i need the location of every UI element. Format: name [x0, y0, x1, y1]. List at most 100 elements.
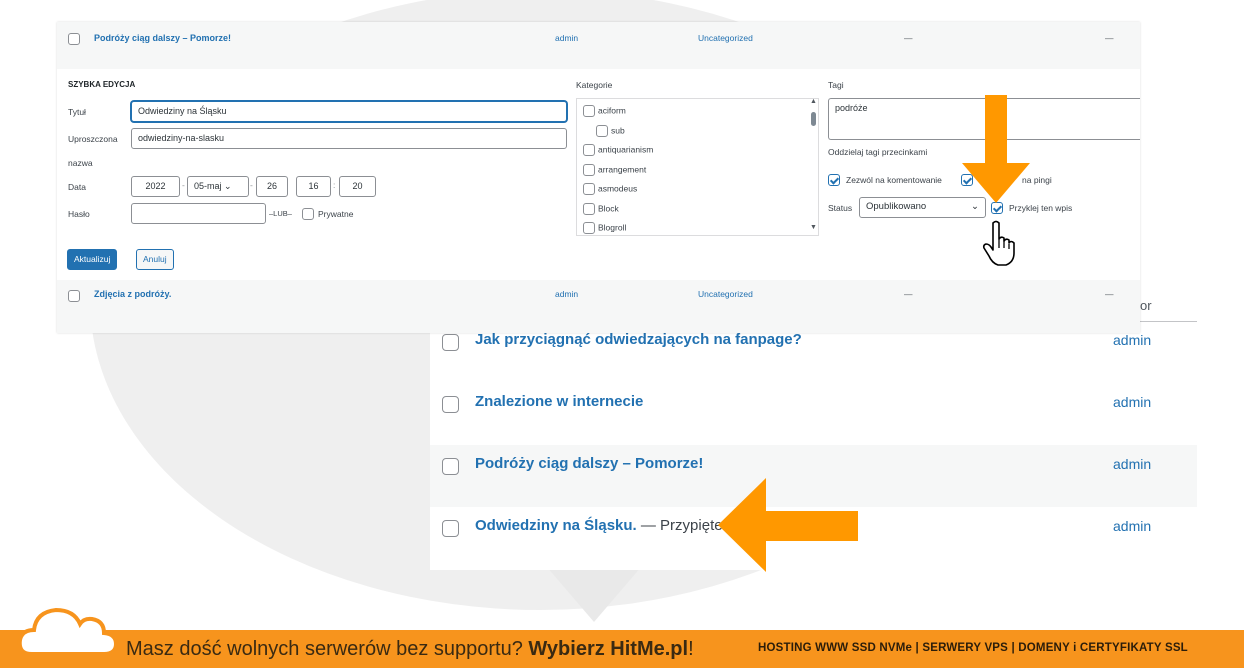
- post-tags-value: —: [904, 33, 913, 43]
- category-item[interactable]: asmodeus: [583, 183, 637, 195]
- time-separator: :: [333, 180, 336, 190]
- arrow-down-annotation: [985, 95, 1007, 163]
- cancel-button[interactable]: Anuluj: [136, 249, 174, 270]
- post-title-text: Odwiedziny na Śląsku.: [475, 517, 637, 534]
- hand-pointer-icon: [982, 220, 1015, 266]
- post-author-link[interactable]: admin: [1113, 332, 1151, 348]
- promo-brand: Wybierz HitMe.pl: [528, 638, 689, 660]
- categories-scrollbar[interactable]: ▲ ▼: [809, 98, 818, 234]
- day-input[interactable]: 26: [256, 176, 288, 197]
- password-label: Hasło: [68, 209, 90, 219]
- category-label: asmodeus: [598, 183, 638, 194]
- date-separator: -: [250, 180, 253, 190]
- category-item[interactable]: arrangement: [583, 164, 646, 176]
- post-author-link[interactable]: admin: [1113, 394, 1151, 410]
- slug-label: Uproszczona: [68, 134, 118, 144]
- category-item[interactable]: Blogroll: [583, 222, 626, 234]
- category-label: aciform: [598, 105, 626, 116]
- allow-comments-label: Zezwól na komentowanie: [846, 175, 942, 185]
- scroll-down-icon[interactable]: ▼: [810, 224, 817, 231]
- hour-input[interactable]: 16: [296, 176, 331, 197]
- promo-services: HOSTING WWW SSD NVMe | SERWERY VPS | DOM…: [758, 642, 1188, 654]
- post-author-link[interactable]: admin: [1113, 518, 1151, 534]
- year-input[interactable]: 2022: [131, 176, 180, 197]
- category-checkbox[interactable]: [583, 183, 595, 195]
- post-category-link[interactable]: Uncategorized: [698, 289, 753, 299]
- post-author-link[interactable]: admin: [1113, 456, 1151, 472]
- post-comments-value: —: [1105, 289, 1114, 299]
- post-title-link[interactable]: Podróży ciąg dalszy – Pomorze!: [94, 33, 231, 43]
- promo-lead: Masz dość wolnych serwerów bez supportu?: [126, 638, 529, 660]
- category-item[interactable]: Block: [583, 203, 619, 215]
- post-author-link[interactable]: admin: [555, 33, 578, 43]
- post-tags-value: —: [904, 289, 913, 299]
- category-label: Block: [598, 203, 619, 214]
- quick-edit-heading: SZYBKA EDYCJA: [68, 80, 136, 89]
- title-input[interactable]: Odwiedziny na Śląsku: [131, 101, 567, 122]
- slug-label-2: nazwa: [68, 158, 93, 168]
- category-item[interactable]: antiquarianism: [583, 144, 653, 156]
- post-title-link[interactable]: Podróży ciąg dalszy – Pomorze!: [475, 455, 703, 472]
- month-select[interactable]: 05-maj ⌄: [187, 176, 249, 197]
- status-label: Status: [828, 203, 853, 213]
- sticky-checkbox[interactable]: [991, 202, 1003, 214]
- post-author-link[interactable]: admin: [555, 289, 578, 299]
- categories-label: Kategorie: [576, 80, 613, 90]
- private-label: Prywatne: [318, 209, 354, 219]
- post-title-link[interactable]: Jak przyciągnąć odwiedzających na fanpag…: [475, 331, 802, 348]
- category-label: antiquarianism: [598, 144, 654, 155]
- category-checkbox[interactable]: [583, 222, 595, 234]
- password-input[interactable]: [131, 203, 266, 224]
- update-button[interactable]: Aktualizuj: [67, 249, 118, 270]
- scroll-thumb[interactable]: [811, 112, 816, 126]
- promo-text: Masz dość wolnych serwerów bez supportu?…: [126, 638, 694, 661]
- slug-input[interactable]: odwiedziny-na-slasku: [131, 128, 567, 149]
- sticky-label: — Przypięte: [636, 517, 723, 534]
- row-checkbox[interactable]: [68, 33, 80, 45]
- minute-input[interactable]: 20: [339, 176, 376, 197]
- row-checkbox[interactable]: [442, 458, 459, 475]
- row-checkbox[interactable]: [442, 334, 459, 351]
- category-checkbox[interactable]: [583, 164, 595, 176]
- arrow-left-annotation-head: [718, 478, 766, 572]
- category-item[interactable]: aciform: [583, 105, 626, 117]
- allow-comments-checkbox[interactable]: [828, 174, 840, 186]
- row-checkbox[interactable]: [442, 396, 459, 413]
- status-value: Opublikowano: [866, 201, 927, 212]
- promo-banner: Masz dość wolnych serwerów bez supportu?…: [0, 630, 1244, 668]
- category-label: sub: [611, 125, 625, 136]
- table-row: Podróży ciąg dalszy – Pomorze! admin Unc…: [57, 22, 1140, 69]
- tags-textarea[interactable]: podróże: [828, 98, 1140, 140]
- category-item[interactable]: sub: [596, 125, 625, 137]
- table-row: Znalezione w internecie admin: [430, 383, 1197, 445]
- promo-bang: !: [688, 638, 694, 660]
- arrow-down-annotation-head: [962, 163, 1030, 203]
- date-label: Data: [68, 182, 86, 192]
- column-header-author: or: [1140, 298, 1152, 313]
- private-checkbox[interactable]: [302, 208, 314, 220]
- category-checkbox[interactable]: [596, 125, 608, 137]
- post-comments-value: —: [1105, 33, 1114, 43]
- categories-checklist[interactable]: aciform sub antiquarianism arrangement a…: [576, 98, 819, 236]
- month-value: 05-maj: [194, 181, 222, 191]
- post-title-link[interactable]: Odwiedziny na Śląsku. — Przypięte: [475, 517, 723, 534]
- cloud-logo-icon: [17, 607, 119, 656]
- background-triangle: [546, 566, 642, 622]
- tags-hint: Oddzielaj tagi przecinkami: [828, 147, 928, 157]
- date-separator: -: [182, 180, 185, 190]
- category-checkbox[interactable]: [583, 203, 595, 215]
- post-title-link[interactable]: Zdjęcia z podróży.: [94, 289, 171, 299]
- tags-label: Tagi: [828, 80, 844, 90]
- chevron-down-icon: ⌄: [224, 181, 232, 191]
- category-checkbox[interactable]: [583, 144, 595, 156]
- post-title-link[interactable]: Znalezione w internecie: [475, 393, 643, 410]
- row-checkbox[interactable]: [442, 520, 459, 537]
- table-row: Zdjęcia z podróży. admin Uncategorized —…: [57, 280, 1140, 333]
- category-label: Blogroll: [598, 222, 627, 233]
- category-checkbox[interactable]: [583, 105, 595, 117]
- scroll-up-icon[interactable]: ▲: [810, 98, 817, 105]
- title-label: Tytuł: [68, 107, 86, 117]
- row-checkbox[interactable]: [68, 290, 80, 302]
- post-category-link[interactable]: Uncategorized: [698, 33, 753, 43]
- category-label: arrangement: [598, 164, 647, 175]
